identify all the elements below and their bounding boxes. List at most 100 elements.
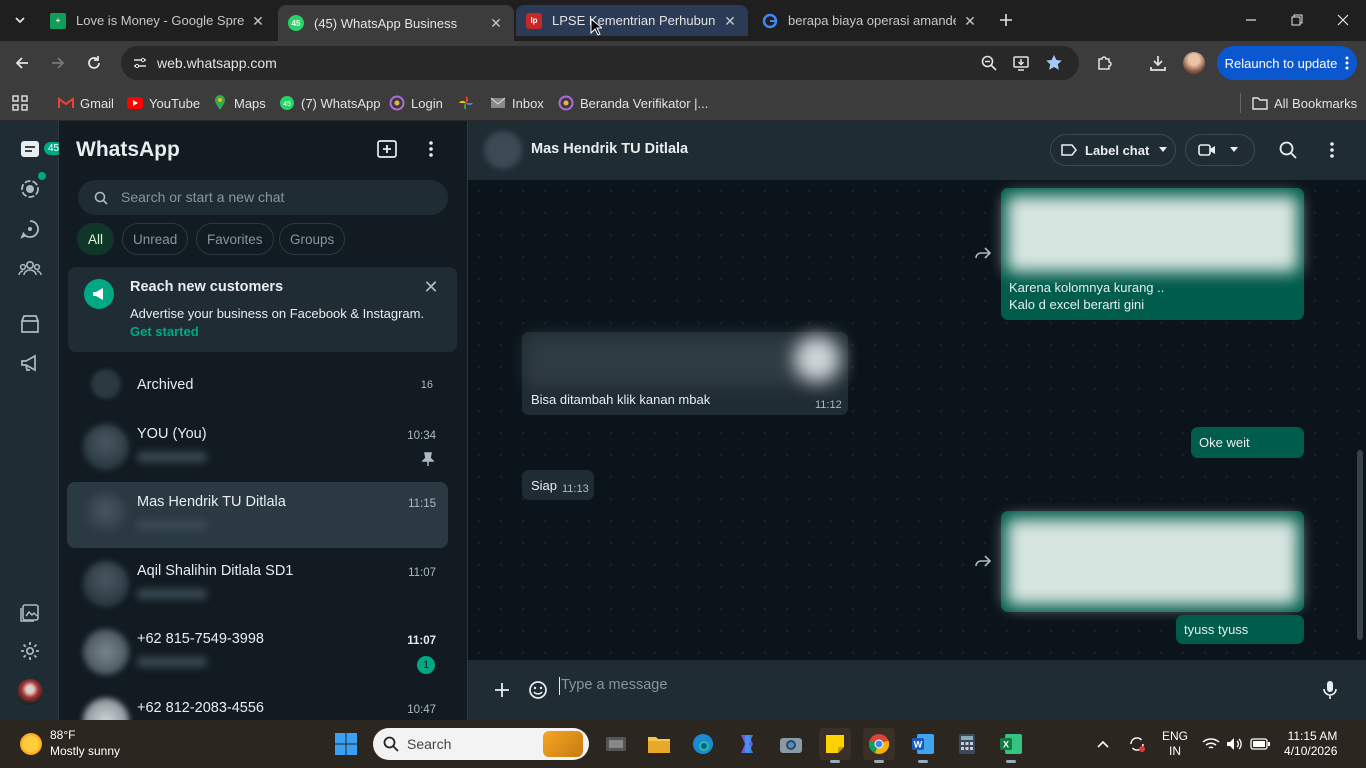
close-icon[interactable]: ✕ xyxy=(722,13,738,29)
filter-groups[interactable]: Groups xyxy=(279,223,346,255)
chat-row[interactable]: Mas Hendrik TU Ditlala 11:15 xyxy=(67,482,448,548)
file-explorer-button[interactable] xyxy=(643,728,675,760)
video-call-button[interactable] xyxy=(1185,134,1255,166)
status-nav-button[interactable] xyxy=(14,172,46,205)
chat-menu-button[interactable] xyxy=(1318,136,1346,164)
conversation-header[interactable]: Mas Hendrik TU Ditlala Label chat xyxy=(468,121,1366,180)
label-chat-button[interactable]: Label chat xyxy=(1050,134,1176,166)
camera-button[interactable] xyxy=(775,728,807,760)
tab-google-search[interactable]: berapa biaya operasi amandel ✕ xyxy=(752,5,988,36)
search-chat-button[interactable] xyxy=(1274,136,1302,164)
apps-button[interactable] xyxy=(12,92,28,114)
wifi-icon[interactable] xyxy=(1202,737,1220,751)
bookmark-whatsapp[interactable]: 45 (7) WhatsApp xyxy=(279,92,380,114)
bookmark-login[interactable]: Login xyxy=(389,92,443,114)
chats-nav-button[interactable]: 45 xyxy=(14,133,66,165)
advertise-nav-button[interactable] xyxy=(14,347,46,379)
filter-favorites[interactable]: Favorites xyxy=(196,223,274,255)
image-attachment[interactable] xyxy=(1007,519,1298,605)
new-tab-button[interactable] xyxy=(992,6,1020,34)
close-icon[interactable]: ✕ xyxy=(962,13,978,29)
close-icon[interactable]: ✕ xyxy=(250,13,266,29)
task-view-button[interactable] xyxy=(600,728,632,760)
back-button[interactable] xyxy=(8,49,36,77)
calculator-button[interactable] xyxy=(951,728,983,760)
site-settings-icon[interactable] xyxy=(133,56,147,70)
tab-whatsapp-business[interactable]: 45 (45) WhatsApp Business ✕ xyxy=(278,5,514,41)
message-input[interactable]: Type a message xyxy=(554,670,1304,710)
message-bubble-out[interactable]: Oke weit xyxy=(1191,427,1304,458)
minimize-button[interactable] xyxy=(1228,0,1274,40)
chat-row[interactable]: +62 815-7549-3998 11:07 1 xyxy=(67,619,448,685)
communities-nav-button[interactable] xyxy=(14,252,46,284)
forward-icon[interactable] xyxy=(974,244,992,262)
address-bar[interactable]: web.whatsapp.com xyxy=(121,46,1079,80)
filter-unread[interactable]: Unread xyxy=(122,223,189,255)
image-attachment[interactable] xyxy=(1007,196,1298,272)
weather-widget[interactable]: 88°F Mostly sunny xyxy=(18,727,148,761)
bookmark-inbox[interactable]: Inbox xyxy=(490,92,544,114)
install-app-icon[interactable] xyxy=(1013,55,1029,71)
profile-avatar[interactable] xyxy=(1180,49,1208,77)
voice-message-button[interactable] xyxy=(1316,676,1344,704)
media-nav-button[interactable] xyxy=(14,596,46,628)
forward-icon[interactable] xyxy=(974,552,992,570)
chat-row[interactable]: YOU (You) 10:34 xyxy=(67,414,448,480)
menu-button[interactable] xyxy=(417,135,445,163)
bookmark-maps[interactable]: Maps xyxy=(212,92,266,114)
message-image-out[interactable] xyxy=(1001,511,1304,612)
restore-button[interactable] xyxy=(1274,0,1320,40)
settings-nav-button[interactable] xyxy=(14,635,46,667)
close-window-button[interactable] xyxy=(1320,0,1366,40)
sync-icon[interactable] xyxy=(1128,735,1146,753)
reload-button[interactable] xyxy=(80,49,108,77)
language-indicator[interactable]: ENG IN xyxy=(1162,729,1188,759)
star-bookmark-icon[interactable] xyxy=(1045,54,1063,72)
catalog-nav-button[interactable] xyxy=(14,308,46,340)
tab-lpse[interactable]: lp LPSE Kementrian Perhubungan ✕ xyxy=(516,5,748,36)
battery-icon[interactable] xyxy=(1250,738,1271,750)
message-bubble-in[interactable]: Bisa ditambah klik kanan mbak 11:12 xyxy=(522,332,848,415)
channels-nav-button[interactable] xyxy=(14,213,46,245)
forward-button[interactable] xyxy=(44,49,72,77)
chat-row[interactable]: +62 812-2083-4556 10:47 xyxy=(67,688,448,720)
word-button[interactable]: W xyxy=(907,728,939,763)
bookmark-verifikator[interactable]: Beranda Verifikator |... xyxy=(558,92,708,114)
bookmark-gmail[interactable]: Gmail xyxy=(58,92,114,114)
sticky-notes-button[interactable] xyxy=(819,728,851,763)
attach-button[interactable] xyxy=(488,676,516,704)
search-input[interactable]: Search or start a new chat xyxy=(78,180,448,215)
tab-google-sheets[interactable]: + Love is Money - Google Spread ✕ xyxy=(40,5,276,36)
scrollbar[interactable] xyxy=(1357,450,1363,640)
edge-button[interactable] xyxy=(687,728,719,760)
message-bubble-out[interactable]: Karena kolomnya kurang .. Kalo d excel b… xyxy=(1001,188,1304,320)
chat-row[interactable]: Aqil Shalihin Ditlala SD1 11:07 xyxy=(67,551,448,617)
close-icon[interactable]: ✕ xyxy=(488,15,504,31)
copilot-button[interactable] xyxy=(731,728,763,760)
start-button[interactable] xyxy=(330,728,362,760)
new-chat-button[interactable] xyxy=(373,135,401,163)
taskbar-search[interactable]: Search xyxy=(373,728,589,760)
filter-all[interactable]: All xyxy=(77,223,115,255)
volume-icon[interactable] xyxy=(1226,737,1244,751)
clock[interactable]: 11:15 AM 4/10/2026 xyxy=(1284,729,1337,759)
excel-button[interactable]: X xyxy=(995,728,1027,763)
message-bubble-out[interactable]: tyuss tyuss xyxy=(1176,615,1304,644)
tab-search-button[interactable] xyxy=(6,6,34,34)
archived-row[interactable]: Archived 16 xyxy=(67,367,458,401)
zoom-icon[interactable] xyxy=(981,55,997,71)
downloads-button[interactable] xyxy=(1144,49,1172,77)
chrome-button[interactable] xyxy=(863,728,895,763)
get-started-link[interactable]: Get started xyxy=(130,324,199,339)
relaunch-button[interactable]: Relaunch to update xyxy=(1217,46,1357,80)
extensions-button[interactable] xyxy=(1091,49,1119,77)
bookmark-photos[interactable] xyxy=(458,92,480,114)
bookmark-youtube[interactable]: YouTube xyxy=(127,92,200,114)
chevron-up-icon[interactable] xyxy=(1096,739,1110,749)
profile-nav-button[interactable] xyxy=(14,676,46,708)
message-list[interactable]: Karena kolomnya kurang .. Kalo d excel b… xyxy=(468,180,1366,660)
message-bubble-in[interactable]: Siap 11:13 xyxy=(522,470,594,500)
close-icon[interactable]: ✕ xyxy=(423,278,439,296)
all-bookmarks-button[interactable]: All Bookmarks xyxy=(1252,92,1357,114)
emoji-button[interactable] xyxy=(524,676,552,704)
